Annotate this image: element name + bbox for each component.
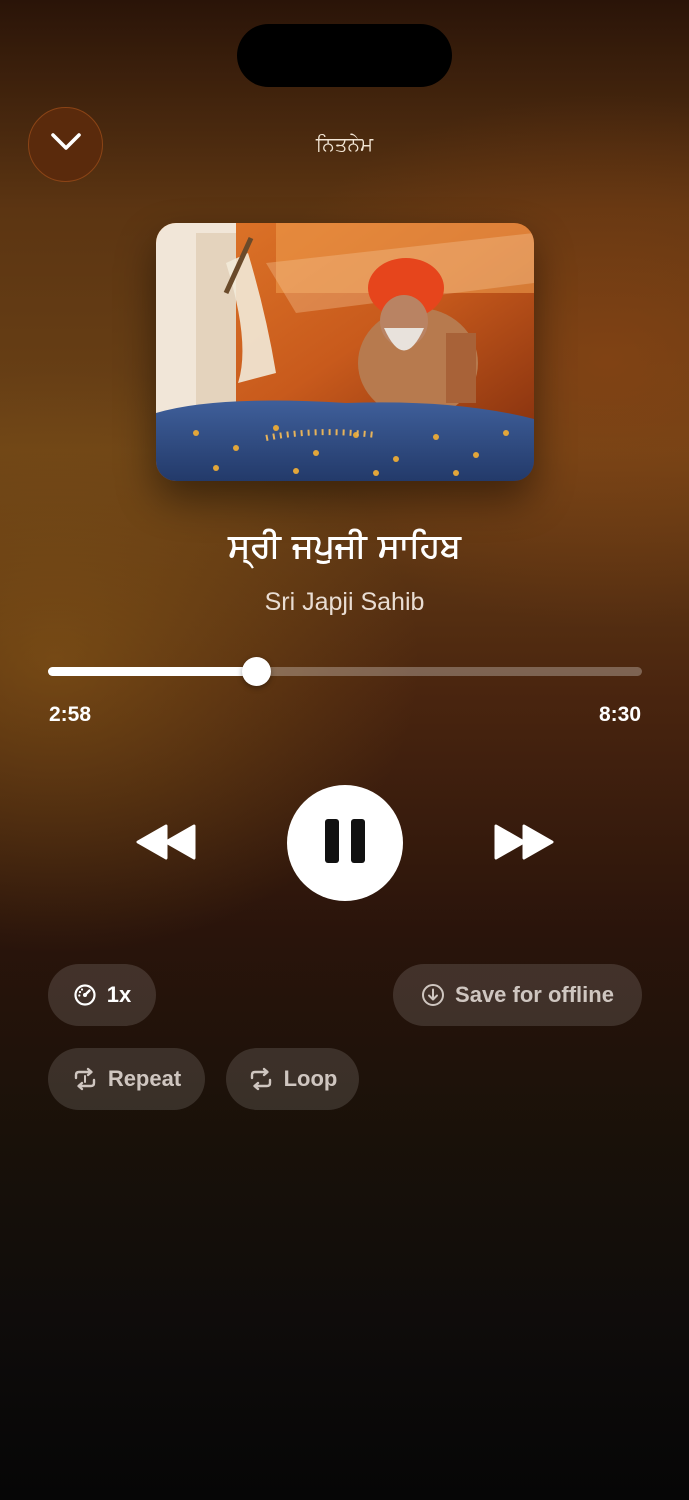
progress-knob[interactable] bbox=[241, 657, 271, 686]
repeat-one-icon bbox=[72, 1067, 98, 1091]
total-time: 8:30 bbox=[598, 703, 641, 726]
pause-button[interactable] bbox=[287, 785, 403, 901]
elapsed-time: 2:58 bbox=[49, 703, 92, 726]
collection-title: ਨਿਤਨੇਮ bbox=[315, 132, 374, 156]
playback-speed-button[interactable]: 1x bbox=[48, 964, 156, 1026]
track-subtitle: Sri Japji Sahib bbox=[264, 588, 425, 616]
track-title: ਸ੍ਰੀ ਜਪੁਜੀ ਸਾਹਿਬ bbox=[228, 526, 461, 565]
speed-label: 1x bbox=[106, 982, 132, 1007]
save-offline-label: Save for offline bbox=[455, 982, 614, 1007]
download-circle-icon bbox=[421, 983, 445, 1007]
speedometer-icon bbox=[73, 983, 97, 1007]
repeat-label: Repeat bbox=[107, 1066, 182, 1091]
repeat-button[interactable]: Repeat bbox=[48, 1048, 205, 1110]
save-offline-button[interactable]: Save for offline bbox=[393, 964, 642, 1026]
pause-icon bbox=[323, 817, 367, 870]
loop-label: Loop bbox=[283, 1066, 338, 1091]
rewind-button[interactable] bbox=[130, 815, 202, 873]
loop-button[interactable]: Loop bbox=[226, 1048, 359, 1110]
rewind-icon bbox=[134, 822, 198, 867]
progress-fill bbox=[48, 667, 256, 676]
dynamic-island bbox=[237, 24, 452, 87]
fast-forward-icon bbox=[492, 822, 556, 867]
album-artwork bbox=[156, 223, 534, 481]
loop-icon bbox=[248, 1067, 274, 1091]
fast-forward-button[interactable] bbox=[488, 815, 560, 873]
progress-slider[interactable] bbox=[48, 657, 642, 686]
